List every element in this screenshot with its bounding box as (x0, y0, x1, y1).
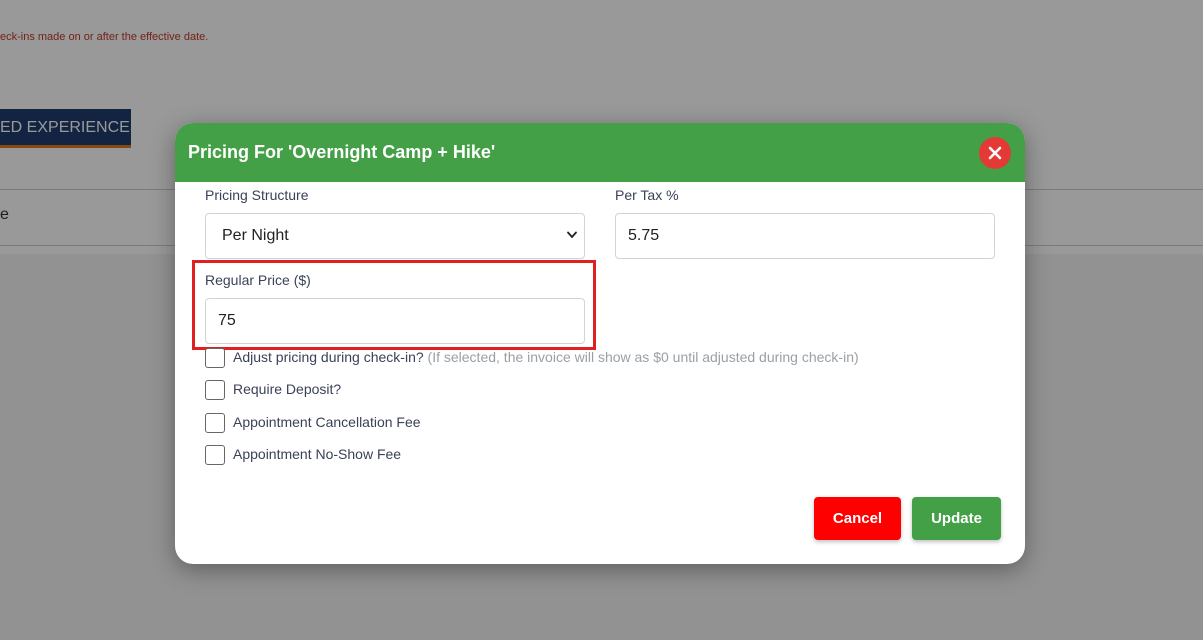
no-show-fee-checkbox[interactable] (205, 445, 225, 465)
cancel-button[interactable]: Cancel (814, 497, 901, 540)
require-deposit-label: Require Deposit? (233, 381, 342, 397)
pricing-structure-select[interactable]: Per Night (205, 213, 585, 259)
adjust-pricing-note: (If selected, the invoice will show as $… (423, 349, 859, 365)
adjust-pricing-checkbox[interactable] (205, 348, 225, 368)
require-deposit-checkbox[interactable] (205, 380, 225, 400)
per-tax-label: Per Tax % (615, 187, 679, 203)
cancellation-fee-checkbox[interactable] (205, 413, 225, 433)
per-tax-input[interactable]: 5.75 (615, 213, 995, 259)
pricing-structure-value: Per Night (222, 227, 289, 244)
close-button[interactable] (979, 137, 1011, 169)
pricing-structure-label: Pricing Structure (205, 187, 309, 203)
adjust-pricing-label: Adjust pricing during check-in? (233, 349, 424, 365)
cancellation-fee-label: Appointment Cancellation Fee (233, 414, 421, 430)
regular-price-label: Regular Price ($) (205, 272, 311, 288)
no-show-fee-label: Appointment No-Show Fee (233, 446, 402, 462)
close-icon (988, 146, 1002, 160)
regular-price-input[interactable]: 75 (205, 298, 585, 344)
chevron-down-icon (567, 231, 577, 239)
pricing-modal: Pricing For 'Overnight Camp + Hike' Pric… (175, 123, 1025, 564)
modal-header: Pricing For 'Overnight Camp + Hike' (175, 123, 1025, 182)
modal-title: Pricing For 'Overnight Camp + Hike' (188, 142, 496, 162)
update-button[interactable]: Update (912, 497, 1001, 540)
